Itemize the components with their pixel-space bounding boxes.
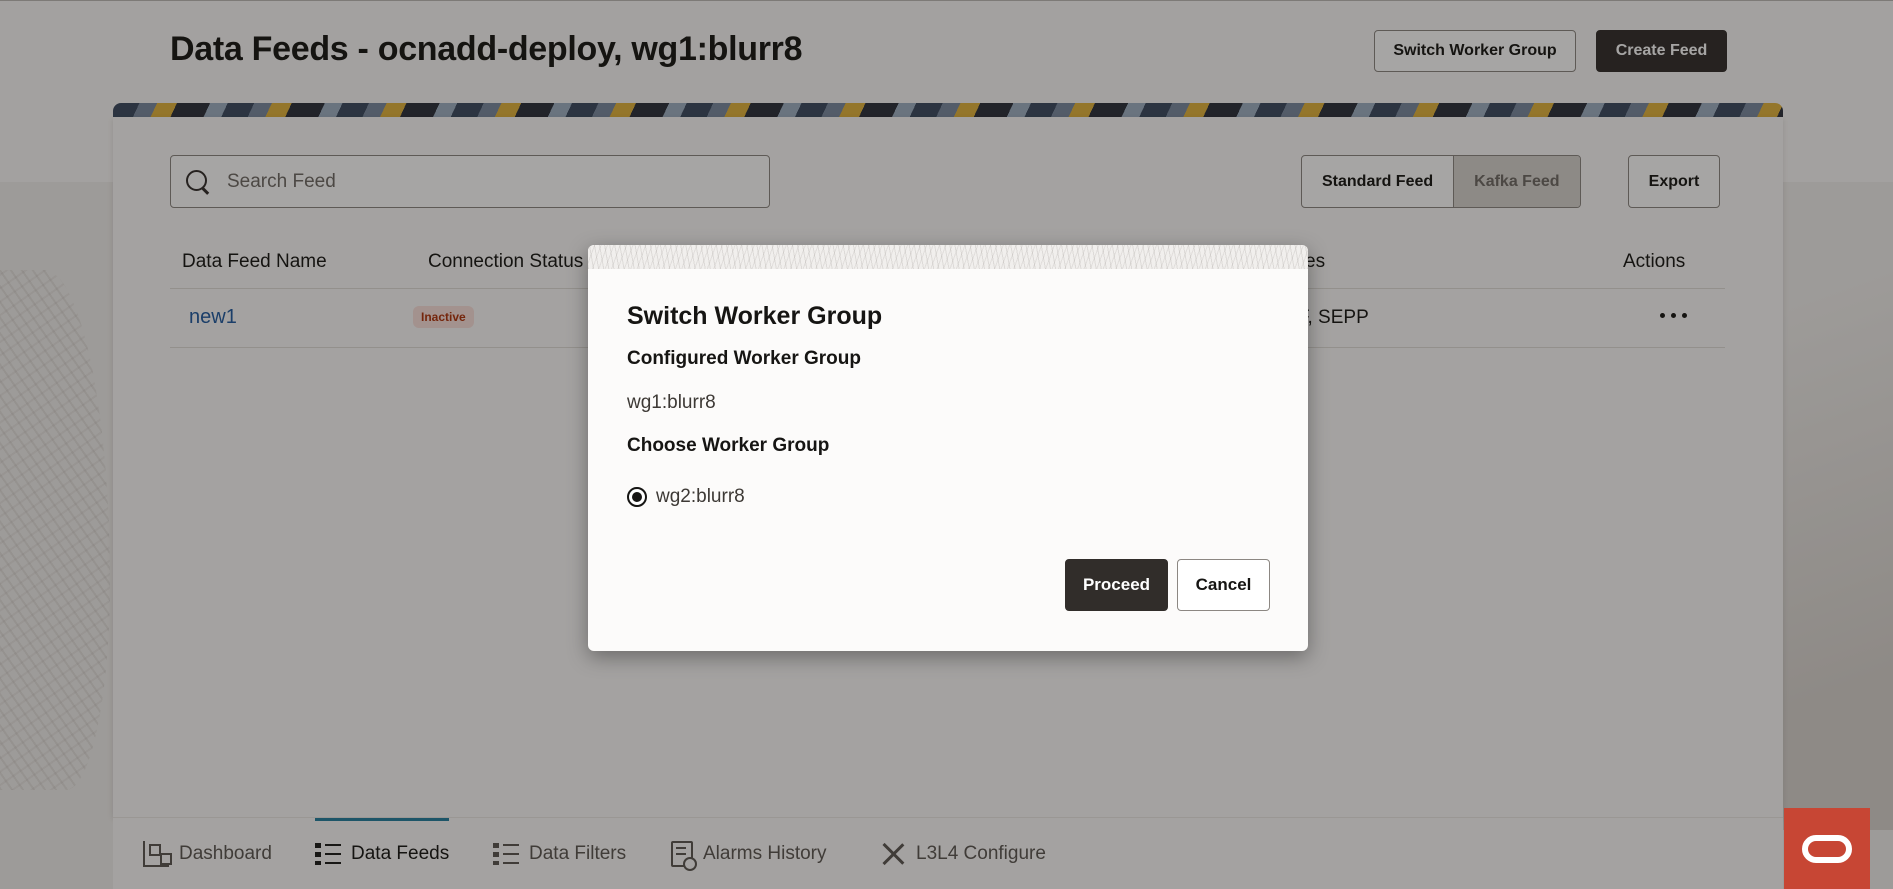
digital-assistant-button[interactable] bbox=[1784, 808, 1870, 889]
proceed-button[interactable]: Proceed bbox=[1065, 559, 1168, 611]
radio-selected-icon[interactable] bbox=[627, 487, 647, 507]
switch-worker-group-dialog: Switch Worker Group Configured Worker Gr… bbox=[588, 245, 1308, 651]
oracle-logo-icon bbox=[1802, 834, 1852, 863]
dialog-header-pattern bbox=[588, 245, 1308, 269]
configured-worker-group-value: wg1:blurr8 bbox=[627, 392, 716, 413]
cancel-button[interactable]: Cancel bbox=[1177, 559, 1270, 611]
configured-worker-group-label: Configured Worker Group bbox=[627, 348, 861, 369]
worker-group-option-label: wg2:blurr8 bbox=[656, 486, 745, 507]
choose-worker-group-label: Choose Worker Group bbox=[627, 435, 830, 456]
worker-group-option[interactable]: wg2:blurr8 bbox=[627, 486, 745, 508]
dialog-title: Switch Worker Group bbox=[627, 302, 883, 330]
